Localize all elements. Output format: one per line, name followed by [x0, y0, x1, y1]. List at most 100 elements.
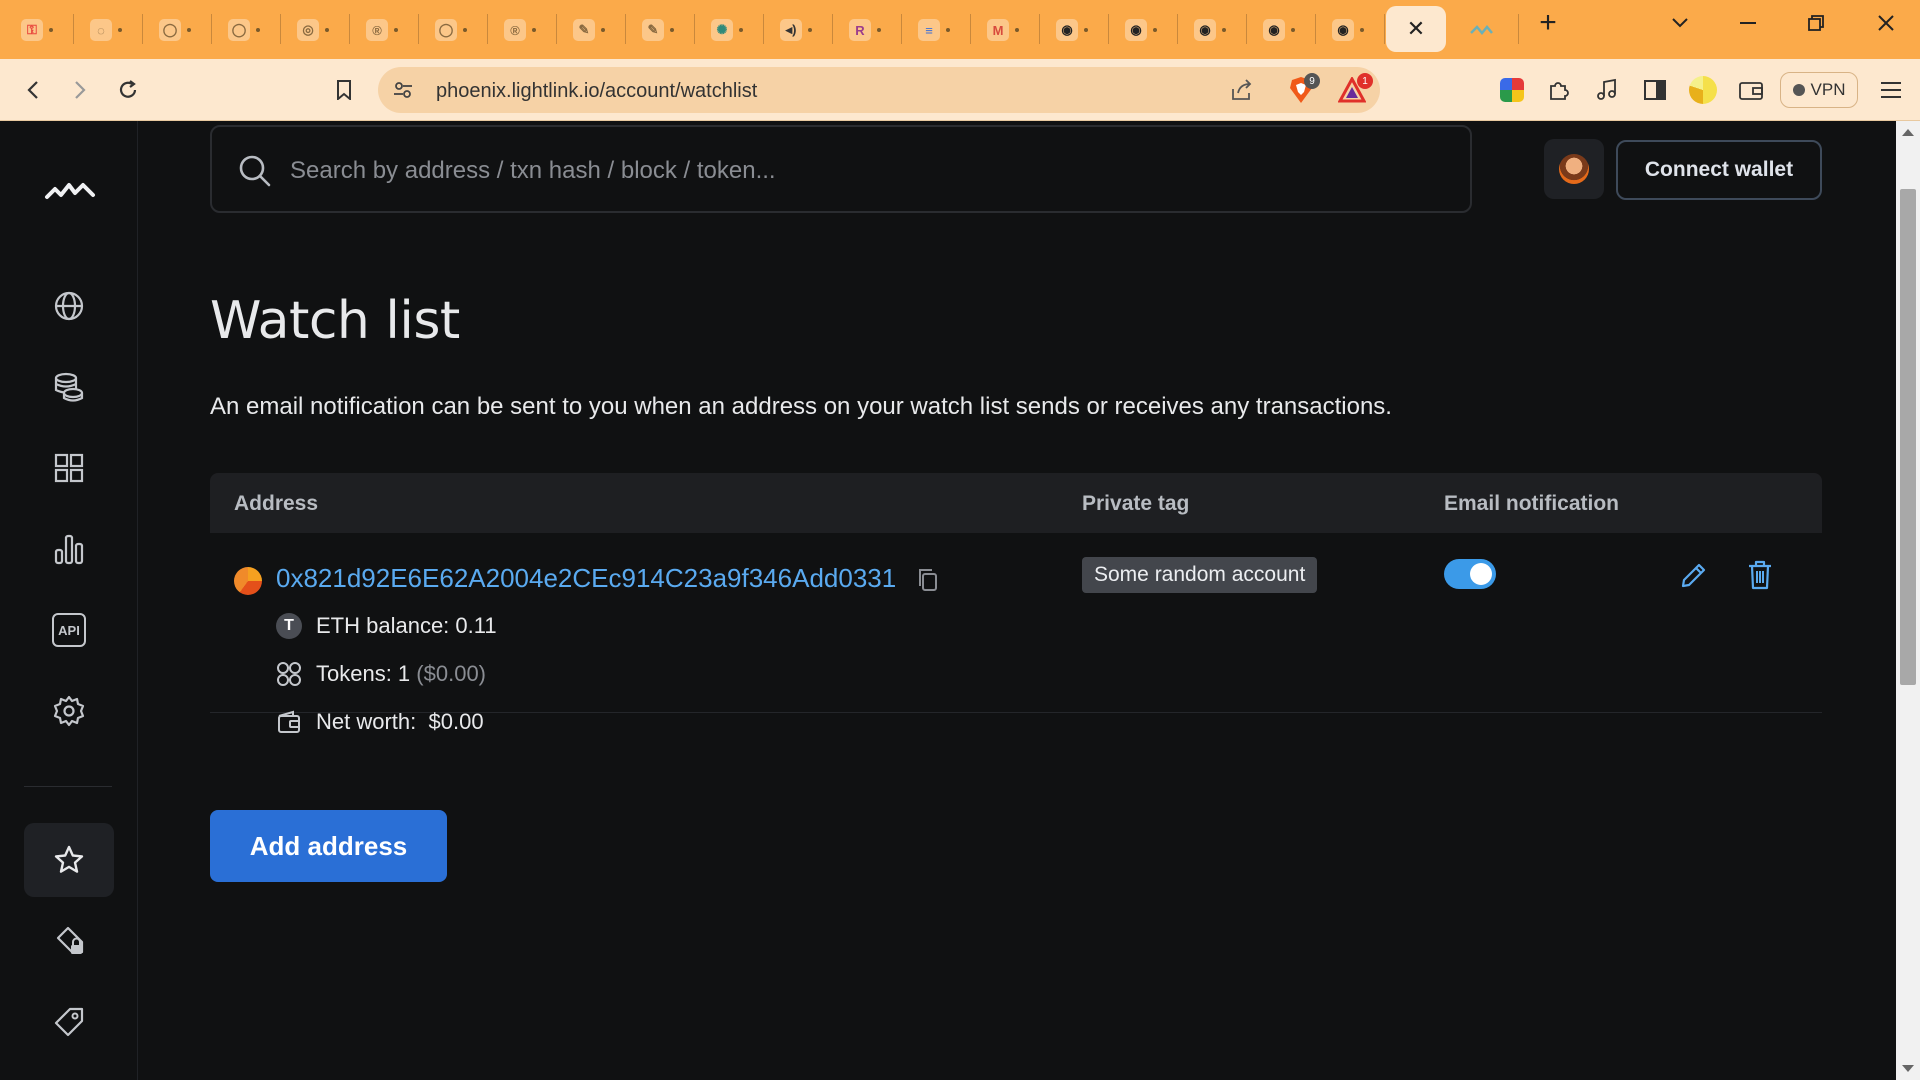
- tokens-value: ($0.00): [416, 661, 487, 686]
- minimize-button[interactable]: [1728, 8, 1768, 38]
- close-window-button[interactable]: [1866, 8, 1906, 38]
- sidebar-item-private-tags[interactable]: [44, 916, 94, 966]
- tab-title-fragment: [739, 28, 743, 32]
- scroll-up-icon[interactable]: [1902, 129, 1914, 136]
- browser-tab[interactable]: ✎: [631, 10, 685, 50]
- browser-menu-button[interactable]: [1874, 73, 1908, 107]
- browser-tab[interactable]: M: [976, 10, 1030, 50]
- profile-extension-button[interactable]: [1686, 73, 1720, 107]
- sidebar-item-apps[interactable]: [44, 443, 94, 493]
- browser-tab[interactable]: ®: [355, 10, 409, 50]
- tab-separator: [1384, 14, 1385, 44]
- brave-rewards-button[interactable]: 1: [1335, 73, 1373, 107]
- tab-title-fragment: [394, 28, 398, 32]
- gmail-icon: M: [987, 19, 1009, 41]
- sidebar-item-stats[interactable]: [44, 524, 94, 574]
- share-icon[interactable]: [1230, 79, 1254, 101]
- browser-tab[interactable]: ◂): [769, 10, 823, 50]
- speaker-icon: ◂): [780, 19, 802, 41]
- restore-button[interactable]: [1796, 8, 1836, 38]
- tab-title-fragment: [1360, 28, 1364, 32]
- net-worth-value: $0.00: [428, 709, 484, 734]
- tokens-summary: Tokens: 1 ($0.00): [276, 661, 486, 687]
- browser-tab[interactable]: ®: [493, 10, 547, 50]
- tab-separator: [418, 14, 419, 44]
- active-tab[interactable]: ✕: [1386, 6, 1446, 52]
- browser-tab[interactable]: ✺: [700, 10, 754, 50]
- browser-tab[interactable]: R: [838, 10, 892, 50]
- address-identicon-icon: [234, 567, 262, 595]
- tab-search-button[interactable]: [1660, 8, 1700, 38]
- tag-lock-icon: [56, 926, 84, 954]
- puzzle-icon: [1550, 82, 1569, 100]
- copy-icon[interactable]: [918, 569, 938, 591]
- new-tab-button[interactable]: +: [1528, 6, 1568, 39]
- close-tab-icon[interactable]: ✕: [1407, 16, 1425, 42]
- globe-icon: ◯: [159, 19, 181, 41]
- lightlink-logo-icon[interactable]: [44, 177, 96, 207]
- tab-title-fragment: [463, 28, 467, 32]
- swirl-extension-icon: [1689, 76, 1717, 104]
- wallet-icon: [278, 710, 300, 733]
- sidebar-item-settings[interactable]: [44, 686, 94, 736]
- pencil-icon: [1681, 563, 1706, 588]
- search-input[interactable]: Search by address / txn hash / block / t…: [210, 125, 1472, 213]
- browser-tab[interactable]: ◉: [1252, 10, 1306, 50]
- sidebar-item-watchlist-icon-wrap[interactable]: [44, 835, 94, 885]
- gear-icon: [53, 695, 85, 727]
- sidebar-item-blockchain[interactable]: [44, 281, 94, 331]
- page-scrollbar[interactable]: [1896, 121, 1920, 1080]
- browser-tab[interactable]: ◉: [1321, 10, 1375, 50]
- tokens-count: Tokens: 1: [316, 661, 411, 686]
- url-text[interactable]: phoenix.lightlink.io/account/watchlist: [436, 80, 757, 103]
- tab-separator: [1108, 14, 1109, 44]
- extension-color-button[interactable]: [1495, 73, 1529, 107]
- sidebar-item-public-tags[interactable]: [44, 997, 94, 1047]
- back-arrow-icon: [27, 81, 38, 99]
- api-icon-label: API: [58, 622, 80, 638]
- sidebar-item-tokens[interactable]: [44, 362, 94, 412]
- openai-icon: ✺: [711, 19, 733, 41]
- browser-tab[interactable]: ◎: [286, 10, 340, 50]
- browser-tab[interactable]: ◉: [1183, 10, 1237, 50]
- browser-tab[interactable]: ⚿: [10, 10, 64, 50]
- address-bar[interactable]: phoenix.lightlink.io/account/watchlist: [378, 67, 1380, 113]
- browser-tab[interactable]: ◉: [1045, 10, 1099, 50]
- back-button[interactable]: [16, 73, 50, 107]
- address-link[interactable]: 0x821d92E6E62A2004e2CEc914C23a9f346Add03…: [276, 563, 896, 594]
- profile-button[interactable]: [1544, 139, 1604, 199]
- site-settings-icon[interactable]: [392, 79, 414, 101]
- forward-button[interactable]: [63, 73, 97, 107]
- chevron-down-icon: [1672, 18, 1688, 28]
- tab-lightlink[interactable]: [1456, 10, 1510, 50]
- note-icon: ✎: [642, 19, 664, 41]
- shields-count-badge: 9: [1304, 73, 1320, 89]
- browser-tab[interactable]: ≡: [907, 10, 961, 50]
- media-button[interactable]: [1590, 73, 1624, 107]
- sidebar-toggle-button[interactable]: [1638, 73, 1672, 107]
- tab-separator: [901, 14, 902, 44]
- browser-tab[interactable]: ◯: [148, 10, 202, 50]
- tab-separator: [832, 14, 833, 44]
- reload-button[interactable]: [111, 73, 145, 107]
- bookmark-button[interactable]: [327, 73, 361, 107]
- edit-button[interactable]: [1676, 557, 1712, 593]
- scrollbar-thumb[interactable]: [1900, 189, 1916, 685]
- email-notification-toggle[interactable]: [1444, 559, 1496, 589]
- browser-tab[interactable]: ◉: [1114, 10, 1168, 50]
- scroll-down-icon[interactable]: [1902, 1065, 1914, 1072]
- table-header: Address Private tag Email notification: [210, 473, 1822, 533]
- browser-tab[interactable]: ✎: [562, 10, 616, 50]
- browser-tab[interactable]: ◯: [424, 10, 478, 50]
- sidebar-item-api[interactable]: API: [44, 605, 94, 655]
- extensions-button[interactable]: [1542, 73, 1576, 107]
- delete-button[interactable]: [1742, 557, 1778, 593]
- brave-shields-button[interactable]: 9: [1284, 73, 1320, 107]
- vpn-button[interactable]: VPN: [1780, 72, 1858, 108]
- browser-tab[interactable]: ◌: [79, 10, 133, 50]
- connect-wallet-button[interactable]: Connect wallet: [1616, 140, 1822, 200]
- wallet-icon: [1739, 82, 1763, 100]
- wallet-button[interactable]: [1734, 73, 1768, 107]
- browser-tab[interactable]: ◯: [217, 10, 271, 50]
- add-address-button[interactable]: Add address: [210, 810, 447, 882]
